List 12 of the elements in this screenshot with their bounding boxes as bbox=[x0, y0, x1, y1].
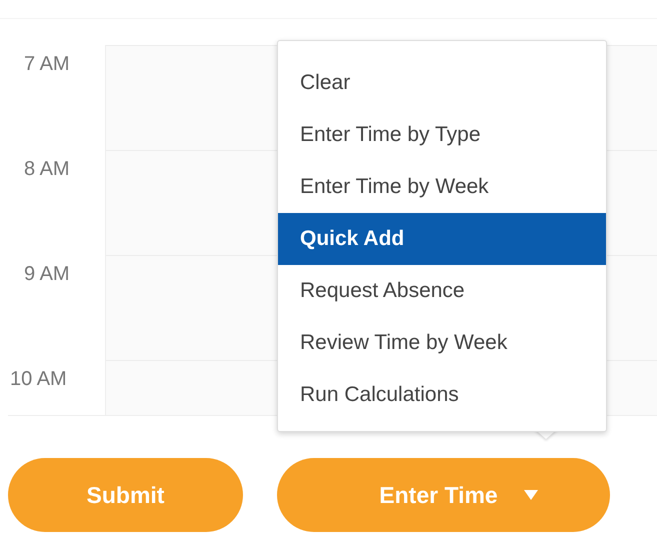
hour-label: 8 AM bbox=[23, 157, 71, 182]
hour-label: 7 AM bbox=[23, 52, 71, 77]
hour-label: 10 AM bbox=[9, 367, 68, 392]
menu-item[interactable]: Enter Time by Week bbox=[278, 161, 606, 213]
menu-item[interactable]: Clear bbox=[278, 57, 606, 109]
caret-icon bbox=[524, 490, 538, 500]
menu-item[interactable]: Review Time by Week bbox=[278, 317, 606, 369]
menu-item[interactable]: Quick Add bbox=[278, 213, 606, 265]
menu-item[interactable]: Request Absence bbox=[278, 265, 606, 317]
menu-item[interactable]: Enter Time by Type bbox=[278, 109, 606, 161]
menu-item[interactable]: Run Calculations bbox=[278, 369, 606, 421]
hour-label: 9 AM bbox=[23, 262, 71, 287]
